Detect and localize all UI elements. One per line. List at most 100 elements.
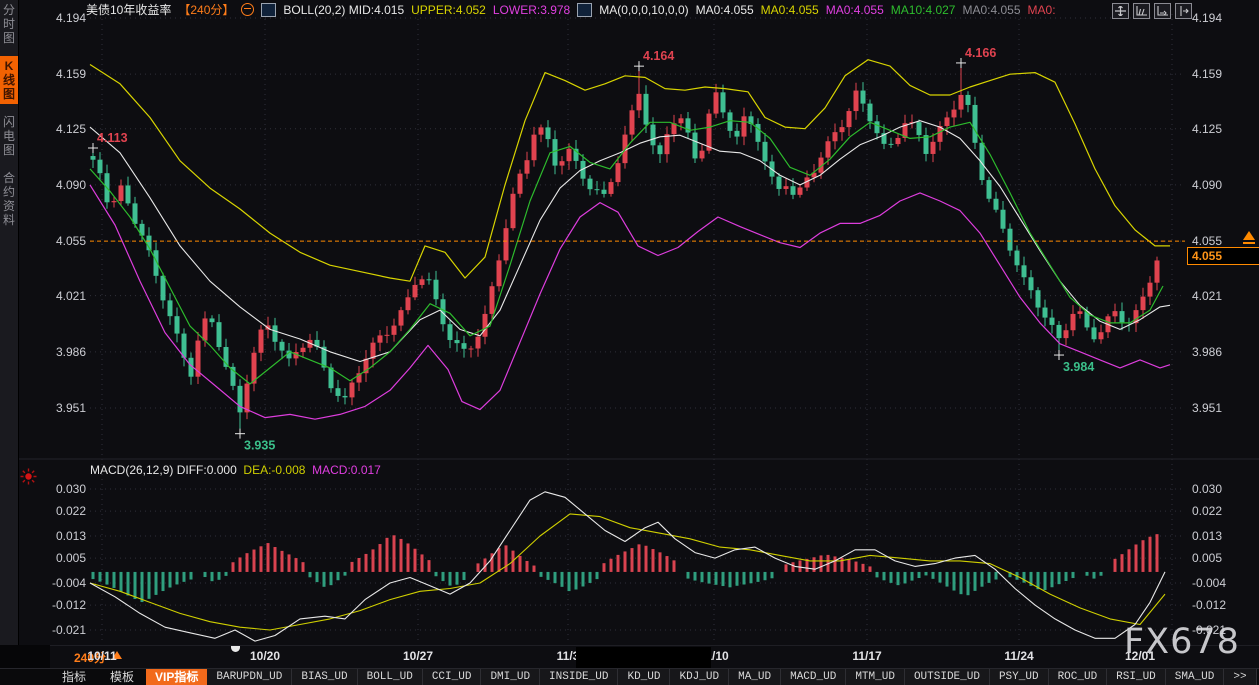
ma-value-1: MA0:4.055 xyxy=(761,3,819,17)
tab--[interactable]: 指标 xyxy=(50,669,98,685)
minus-circle-icon[interactable] xyxy=(241,3,254,16)
axis-tick: 4.090 xyxy=(1192,178,1236,192)
macd-name: MACD(26,12,9) xyxy=(90,463,173,477)
ma-value-3: MA10:4.027 xyxy=(891,3,956,17)
macd-macd-value: MACD:0.017 xyxy=(312,463,381,477)
chart-toolbar xyxy=(1112,3,1192,19)
boll-indicator-icon[interactable] xyxy=(261,3,276,17)
axis-tick: -0.012 xyxy=(1192,598,1236,612)
chart-type-sidebar: 分时图 K线图闪电图合约资料 xyxy=(0,0,19,645)
boll-lower-value: LOWER:3.978 xyxy=(493,3,570,17)
ma-value-0: MA0:4.055 xyxy=(696,3,754,17)
boll-lower-line xyxy=(90,185,1170,419)
interval-badge[interactable]: 【240分】 xyxy=(178,1,234,18)
boll-label: BOLL(20,2) MID:4.015 xyxy=(283,3,404,17)
overlay-patch xyxy=(576,647,711,668)
axis-tick: 0.030 xyxy=(42,482,86,496)
axis-tick: 4.021 xyxy=(42,289,86,303)
axis-tick: 3.986 xyxy=(1192,345,1236,359)
tab-cci-ud[interactable]: CCI_UD xyxy=(423,669,482,685)
page-title: 美债10年收益率 xyxy=(86,1,171,18)
alert-burst-icon[interactable] xyxy=(20,468,37,490)
tab-sma-ud[interactable]: SMA_UD xyxy=(1166,669,1225,685)
sidebar-item-0[interactable]: 分时图 xyxy=(0,0,18,48)
axis-tick: 0.005 xyxy=(42,551,86,565)
tab-mtm-ud[interactable]: MTM_UD xyxy=(846,669,905,685)
tab-kd-ud[interactable]: KD_UD xyxy=(618,669,670,685)
macd-legend: MACD(26,12,9) DIFF:0.000 DEA:-0.008 MACD… xyxy=(90,463,381,477)
axis-tick: 0.013 xyxy=(1192,529,1236,543)
ma-value-5: MA0: xyxy=(1028,3,1056,17)
axis-tick: 4.194 xyxy=(1192,11,1236,25)
tab-kdj-ud[interactable]: KDJ_UD xyxy=(670,669,729,685)
axis-tick: 4.055 xyxy=(1192,234,1236,248)
date-label: 11/24 xyxy=(1004,649,1033,663)
date-label: 10/11 xyxy=(87,649,116,663)
fx678-watermark: FX678 xyxy=(1124,622,1240,662)
crosshair-tool-icon[interactable] xyxy=(1112,3,1129,19)
extreme-price-label: 3.984 xyxy=(1063,360,1094,374)
price-arrow-icon xyxy=(1243,231,1255,244)
chart-canvas[interactable]: 4.113 4.164 4.166 3.935 3.984 xyxy=(0,0,1259,685)
axis-tick: 3.951 xyxy=(42,401,86,415)
tab-barupdn-ud[interactable]: BARUPDN_UD xyxy=(207,669,292,685)
ma-values: MA0:4.055 MA0:4.055 MA0:4.055 MA10:4.027 MA0… xyxy=(696,3,1056,17)
axis-tick: 4.125 xyxy=(42,122,86,136)
axis-tick: 4.090 xyxy=(42,178,86,192)
sidebar-item-2[interactable]: 闪电图 xyxy=(0,112,18,160)
tab-boll-ud[interactable]: BOLL_UD xyxy=(358,669,423,685)
extreme-price-label: 3.935 xyxy=(244,439,275,453)
extreme-price-label: 4.164 xyxy=(643,49,674,63)
ma-value-4: MA0:4.055 xyxy=(962,3,1020,17)
axis-tick: 0.005 xyxy=(1192,551,1236,565)
tab--[interactable]: 模板 xyxy=(98,669,146,685)
x-axis-row: 240分 10/1110/2010/2711/311/1011/1711/241… xyxy=(0,645,1259,669)
tab--[interactable]: >> xyxy=(1224,669,1256,685)
tab-outside-ud[interactable]: OUTSIDE_UD xyxy=(905,669,990,685)
candlestick-series xyxy=(91,63,1160,434)
date-label: 11/17 xyxy=(852,649,881,663)
tab-macd-ud[interactable]: MACD_UD xyxy=(781,669,846,685)
axis-tick: -0.004 xyxy=(42,576,86,590)
tab-bias-ud[interactable]: BIAS_UD xyxy=(292,669,357,685)
boll-upper-value: UPPER:4.052 xyxy=(411,3,486,17)
axis-tick: 0.022 xyxy=(42,504,86,518)
axis-tick: 4.194 xyxy=(42,11,86,25)
go-last-candle-icon[interactable] xyxy=(1175,3,1192,19)
ma-value-2: MA0:4.055 xyxy=(826,3,884,17)
axis-tick: 4.021 xyxy=(1192,289,1236,303)
tab-psy-ud[interactable]: PSY_UD xyxy=(990,669,1049,685)
tab-vip-[interactable]: VIP指标 xyxy=(146,669,207,685)
axis-tick: 4.055 xyxy=(42,234,86,248)
sidebar-item-3[interactable]: 合约资料 xyxy=(0,168,18,230)
sidebar-item-1[interactable]: K线图 xyxy=(0,56,18,104)
axis-tick: 4.125 xyxy=(1192,122,1236,136)
extreme-price-label: 4.113 xyxy=(97,131,128,145)
axis-tick: -0.012 xyxy=(42,598,86,612)
axis-tick: 4.159 xyxy=(42,67,86,81)
x-axis-scale-icon[interactable] xyxy=(1154,3,1171,19)
tab-rsi-ud[interactable]: RSI_UD xyxy=(1107,669,1166,685)
diff-line xyxy=(90,492,1165,641)
cursor-artifact xyxy=(231,646,240,652)
indicator-tab-bar: 指标模板VIP指标BARUPDN_UDBIAS_UDBOLL_UDCCI_UDD… xyxy=(0,668,1259,685)
y-axis-scale-icon[interactable] xyxy=(1133,3,1150,19)
date-label: 10/20 xyxy=(250,649,280,663)
axis-tick: 3.986 xyxy=(42,345,86,359)
macd-diff-value: DIFF:0.000 xyxy=(177,463,237,477)
axis-tick: -0.004 xyxy=(1192,576,1236,590)
date-label: 10/27 xyxy=(403,649,433,663)
tab-inside-ud[interactable]: INSIDE_UD xyxy=(540,669,618,685)
chart-header: 美债10年收益率 【240分】 BOLL(20,2) MID:4.015 UPP… xyxy=(86,2,1056,17)
tab-roc-ud[interactable]: ROC_UD xyxy=(1049,669,1108,685)
extreme-price-label: 4.166 xyxy=(965,46,996,60)
ma-indicator-icon[interactable] xyxy=(577,3,592,17)
macd-dea-value: DEA:-0.008 xyxy=(243,463,305,477)
axis-tick: 3.951 xyxy=(1192,401,1236,415)
kline-chart-window: 4.1134.1644.1663.9353.984 分时图K线图闪电图合约资料 … xyxy=(0,0,1259,685)
dea-line xyxy=(90,514,1165,630)
tab-dmi-ud[interactable]: DMI_UD xyxy=(481,669,540,685)
tab-ma-ud[interactable]: MA_UD xyxy=(729,669,781,685)
axis-tick: 0.030 xyxy=(1192,482,1236,496)
ma-label: MA(0,0,0,10,0,0) xyxy=(599,3,688,17)
